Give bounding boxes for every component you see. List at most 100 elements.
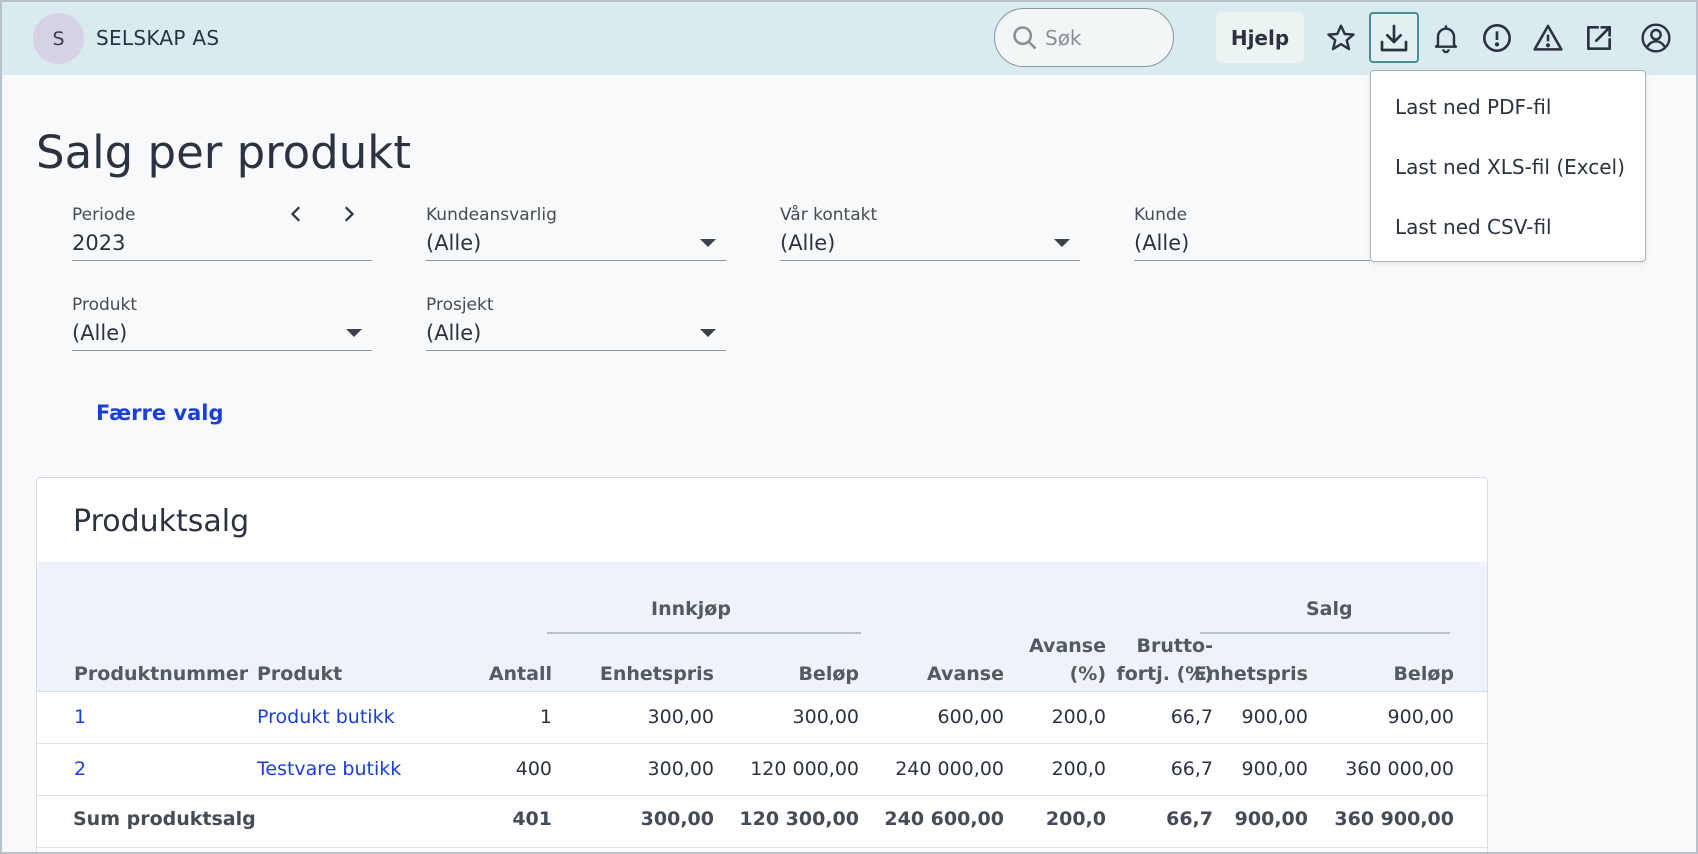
star-icon (1327, 24, 1355, 50)
top-bar: S SELSKAP AS Hjelp (0, 0, 1698, 75)
product-number-link[interactable]: 1 (74, 706, 86, 728)
sum-salg-belop: 360 900,00 (1334, 808, 1454, 830)
next-period-button[interactable] (336, 200, 360, 228)
col-produkt[interactable]: Produkt (257, 663, 342, 685)
cell-avanse: 240 000,00 (895, 758, 1004, 780)
col-innkjop-belop[interactable]: Beløp (798, 663, 859, 685)
search-icon (1013, 25, 1037, 49)
company-name[interactable]: SELSKAP AS (96, 26, 219, 50)
cell-salg-belop: 360 000,00 (1345, 758, 1454, 780)
sum-avanse: 240 600,00 (884, 808, 1004, 830)
chevron-right-icon (344, 206, 355, 222)
caret-down-icon (700, 329, 716, 337)
download-menu: Last ned PDF-fil Last ned XLS-fil (Excel… (1370, 70, 1646, 262)
var-kontakt-label: Vår kontakt (780, 205, 878, 225)
var-kontakt-select[interactable]: Vår kontakt (Alle) (780, 201, 1080, 261)
kunde-value: (Alle) (1134, 231, 1190, 255)
kunde-select[interactable]: Kunde (Alle) (1134, 201, 1370, 261)
search-box[interactable] (994, 8, 1174, 67)
warning-button[interactable] (1523, 12, 1573, 63)
table-row: 2 Testvare butikk 400 300,00 120 000,00 … (37, 744, 1487, 796)
sum-innkjop-belop: 120 300,00 (739, 808, 859, 830)
chevron-left-icon (290, 206, 301, 222)
sum-row: Sum produktsalg 401 300,00 120 300,00 24… (37, 796, 1487, 848)
download-icon (1380, 24, 1408, 51)
sum-brutto: 66,7 (1166, 808, 1213, 830)
menu-item-download-pdf[interactable]: Last ned PDF-fil (1395, 95, 1551, 119)
caret-down-icon (346, 329, 362, 337)
product-name-link[interactable]: Produkt butikk (257, 706, 395, 728)
col-salg-enhetspris[interactable]: Enhetspris (1194, 663, 1308, 685)
col-innkjop-enhetspris[interactable]: Enhetspris (600, 663, 714, 685)
sum-label: Sum produktsalg (73, 808, 256, 830)
previous-period-button[interactable] (285, 200, 309, 228)
cell-antall: 1 (539, 706, 552, 728)
external-link-icon (1587, 25, 1611, 50)
group-header-salg: Salg (1306, 598, 1353, 620)
caret-down-icon (1054, 239, 1070, 247)
download-button[interactable] (1369, 12, 1419, 63)
group-header-innkjop: Innkjøp (651, 598, 731, 620)
col-brutto-line1[interactable]: Brutto- (1137, 635, 1213, 657)
sum-salg-enhetspris: 900,00 (1234, 808, 1308, 830)
cell-salg-enhetspris: 900,00 (1241, 706, 1308, 728)
col-salg-belop[interactable]: Beløp (1393, 663, 1454, 685)
user-icon (1641, 22, 1671, 53)
sum-innkjop-enhetspris: 300,00 (640, 808, 714, 830)
period-filter[interactable]: Periode 2023 (72, 201, 372, 261)
period-label: Periode (72, 205, 136, 225)
bell-icon (1434, 24, 1458, 53)
open-external-button[interactable] (1574, 12, 1624, 63)
notifications-button[interactable] (1421, 12, 1471, 63)
sum-avanse-pct: 200,0 (1045, 808, 1106, 830)
table-row: 1 Produkt butikk 1 300,00 300,00 600,00 … (37, 692, 1487, 744)
prosjekt-value: (Alle) (426, 321, 482, 345)
col-avanse[interactable]: Avanse (927, 663, 1004, 685)
warning-icon (1533, 24, 1563, 51)
produkt-label: Produkt (72, 295, 138, 315)
page-title: Salg per produkt (36, 126, 411, 179)
card-title: Produktsalg (73, 504, 250, 539)
kundeansvarlig-select[interactable]: Kundeansvarlig (Alle) (426, 201, 726, 261)
cell-avanse-pct: 200,0 (1051, 706, 1106, 728)
group-underline-innkjop (547, 632, 861, 634)
product-number-link[interactable]: 2 (74, 758, 86, 780)
col-avanse-pct-line2[interactable]: (%) (1070, 663, 1106, 685)
product-sales-card: Produktsalg Innkjøp Salg Produktnummer P… (36, 477, 1488, 854)
cell-salg-belop: 900,00 (1387, 706, 1454, 728)
cell-innkjop-belop: 120 000,00 (750, 758, 859, 780)
sum-antall: 401 (512, 808, 552, 830)
cell-innkjop-enhetspris: 300,00 (647, 758, 714, 780)
company-avatar[interactable]: S (33, 13, 84, 64)
cell-avanse: 600,00 (937, 706, 1004, 728)
prosjekt-label: Prosjekt (426, 295, 494, 315)
var-kontakt-value: (Alle) (780, 231, 836, 255)
caret-down-icon (700, 239, 716, 247)
period-value: 2023 (72, 231, 126, 255)
produkt-value: (Alle) (72, 321, 128, 345)
col-avanse-pct-line1[interactable]: Avanse (1029, 635, 1106, 657)
prosjekt-select[interactable]: Prosjekt (Alle) (426, 291, 726, 351)
cell-innkjop-enhetspris: 300,00 (647, 706, 714, 728)
cell-avanse-pct: 200,0 (1051, 758, 1106, 780)
col-produktnummer[interactable]: Produktnummer (74, 663, 248, 685)
kundeansvarlig-label: Kundeansvarlig (426, 205, 557, 225)
menu-item-download-xls[interactable]: Last ned XLS-fil (Excel) (1395, 155, 1625, 179)
alert-circle-icon (1483, 23, 1511, 52)
fewer-options-link[interactable]: Færre valg (96, 401, 223, 425)
cell-brutto: 66,7 (1170, 758, 1213, 780)
cell-innkjop-belop: 300,00 (792, 706, 859, 728)
produkt-select[interactable]: Produkt (Alle) (72, 291, 372, 351)
table-header: Innkjøp Salg Produktnummer Produkt Antal… (37, 562, 1487, 692)
col-antall[interactable]: Antall (489, 663, 552, 685)
group-underline-salg (1200, 632, 1450, 634)
kundeansvarlig-value: (Alle) (426, 231, 482, 255)
product-name-link[interactable]: Testvare butikk (257, 758, 401, 780)
info-alert-button[interactable] (1472, 12, 1522, 63)
menu-item-download-csv[interactable]: Last ned CSV-fil (1395, 215, 1552, 239)
search-input[interactable] (1045, 25, 1165, 50)
user-profile-button[interactable] (1631, 12, 1681, 63)
cell-antall: 400 (515, 758, 552, 780)
help-button[interactable]: Hjelp (1216, 12, 1304, 63)
favorite-button[interactable] (1316, 12, 1366, 63)
